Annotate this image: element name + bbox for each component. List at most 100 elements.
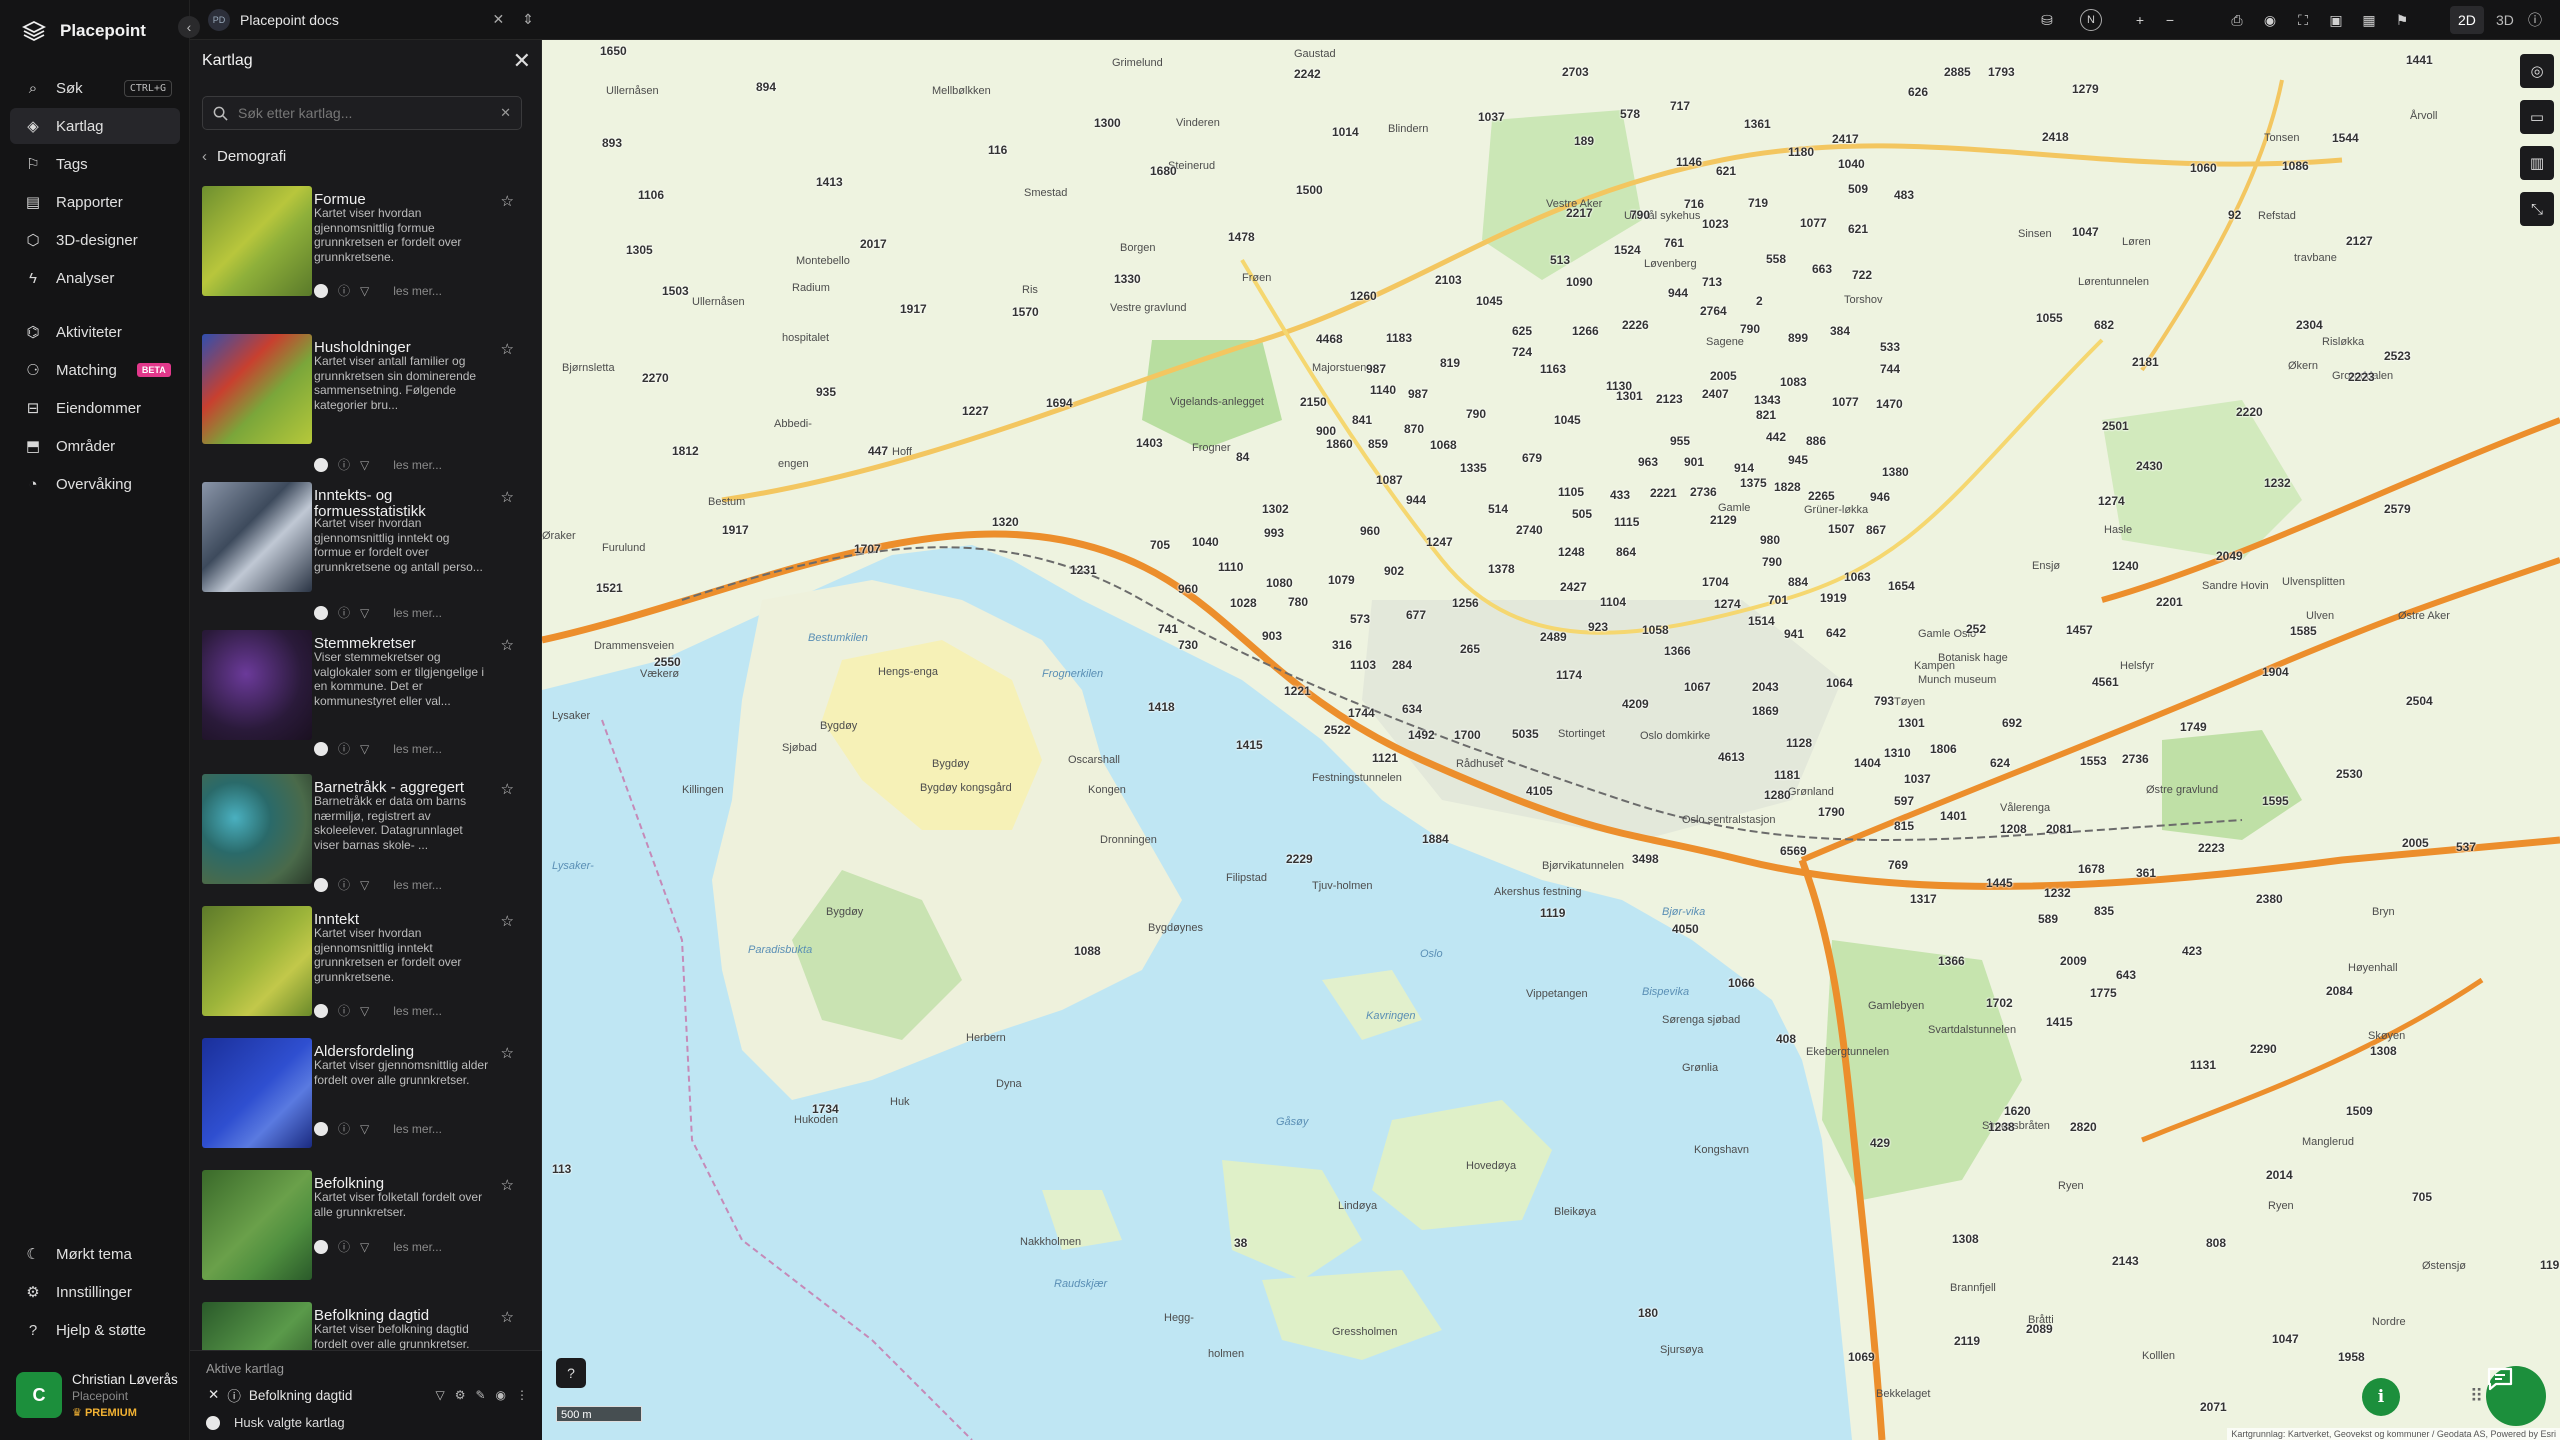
population-value-label[interactable]: 1366 (1938, 954, 1965, 968)
info-icon[interactable]: ⓘ (338, 740, 350, 757)
population-value-label[interactable]: 682 (2094, 318, 2114, 332)
population-value-label[interactable]: 1077 (1800, 216, 1827, 230)
info-icon[interactable]: ⓘ (338, 282, 350, 299)
layer-item[interactable]: Formue Kartet viser hvordan gjennomsnitt… (202, 186, 530, 334)
info-icon[interactable]: ⓘ (338, 604, 350, 621)
population-value-label[interactable]: 1507 (1828, 522, 1855, 536)
population-value-label[interactable]: 2270 (642, 371, 669, 385)
population-value-label[interactable]: 2820 (2070, 1120, 2097, 1134)
population-value-label[interactable]: 1470 (1876, 397, 1903, 411)
population-value-label[interactable]: 5035 (1512, 727, 1539, 741)
favorite-star-icon[interactable]: ☆ (501, 1044, 514, 1062)
population-value-label[interactable]: 252 (1966, 622, 1986, 636)
population-value-label[interactable]: 505 (1572, 507, 1592, 521)
nav-item-områder[interactable]: ⬒ Områder (10, 428, 180, 464)
population-value-label[interactable]: 859 (1368, 437, 1388, 451)
population-value-label[interactable]: 558 (1766, 252, 1786, 266)
population-value-label[interactable]: 1415 (2046, 1015, 2073, 1029)
population-value-label[interactable]: 2522 (1324, 723, 1351, 737)
population-value-label[interactable]: 1702 (1986, 996, 2013, 1010)
population-value-label[interactable]: 893 (602, 136, 622, 150)
population-value-label[interactable]: 1023 (1702, 217, 1729, 231)
population-value-label[interactable]: 1067 (1684, 680, 1711, 694)
layer-toggle[interactable] (314, 457, 328, 472)
remove-layer-icon[interactable]: ✕ (208, 1387, 219, 1403)
population-value-label[interactable]: 717 (1670, 99, 1690, 113)
population-value-label[interactable]: 1174 (1556, 668, 1582, 682)
population-value-label[interactable]: 944 (1406, 493, 1426, 507)
nav-item-eiendommer[interactable]: ⊟ Eiendommer (10, 390, 180, 426)
population-value-label[interactable]: 2217 (1566, 206, 1593, 220)
population-value-label[interactable]: 1917 (900, 302, 927, 316)
population-value-label[interactable]: 2523 (2384, 349, 2411, 363)
info-icon[interactable]: ⓘ (338, 876, 350, 893)
map-canvas[interactable]: Grimelund Gaustad Ullernåsen Mellbølkken Vin… (542, 40, 2560, 1440)
population-value-label[interactable]: 1680 (1150, 164, 1177, 178)
population-value-label[interactable]: 1047 (2272, 1332, 2299, 1346)
filter-icon[interactable]: ▽ (435, 1388, 444, 1402)
eye-icon[interactable]: ◉ (2261, 9, 2279, 31)
favorite-star-icon[interactable]: ☆ (501, 1308, 514, 1326)
population-value-label[interactable]: 790 (1630, 208, 1650, 222)
population-value-label[interactable]: 2885 (1944, 65, 1971, 79)
population-value-label[interactable]: 1707 (854, 542, 881, 556)
population-value-label[interactable]: 960 (1178, 582, 1198, 596)
read-more-link[interactable]: les mer... (393, 458, 442, 472)
population-value-label[interactable]: 730 (1178, 638, 1198, 652)
layer-toggle[interactable] (314, 283, 328, 298)
nav-bottom-gear[interactable]: ⚙ Innstillinger (10, 1274, 180, 1310)
population-value-label[interactable]: 1860 (1326, 437, 1353, 451)
population-value-label[interactable]: 1305 (626, 243, 653, 257)
population-value-label[interactable]: 716 (1684, 197, 1704, 211)
population-value-label[interactable]: 442 (1766, 430, 1786, 444)
population-value-label[interactable]: 1620 (2004, 1104, 2031, 1118)
population-value-label[interactable]: 1110 (1218, 560, 1243, 574)
population-value-label[interactable]: 4105 (1526, 784, 1553, 798)
population-value-label[interactable]: 2418 (2042, 130, 2069, 144)
population-value-label[interactable]: 2304 (2296, 318, 2323, 332)
population-value-label[interactable]: 2764 (1700, 304, 1727, 318)
population-value-label[interactable]: 1380 (1882, 465, 1909, 479)
population-value-label[interactable]: 513 (1550, 253, 1570, 267)
population-value-label[interactable]: 2119 (1954, 1334, 1980, 1348)
population-value-label[interactable]: 643 (2116, 968, 2136, 982)
population-value-label[interactable]: 2103 (1435, 273, 1462, 287)
population-value-label[interactable]: 2740 (1516, 523, 1543, 537)
grid-icon[interactable]: ▦ (2360, 9, 2378, 31)
zoom-in-button[interactable]: + (2132, 9, 2148, 31)
population-value-label[interactable]: 1266 (1572, 324, 1599, 338)
population-value-label[interactable]: 1090 (1566, 275, 1593, 289)
population-value-label[interactable]: 1445 (1986, 876, 2013, 890)
population-value-label[interactable]: 841 (1352, 413, 1372, 427)
population-value-label[interactable]: 1301 (1898, 716, 1925, 730)
population-value-label[interactable]: 116 (988, 143, 1007, 157)
nav-item-rapporter[interactable]: ▤ Rapporter (10, 184, 180, 220)
population-value-label[interactable]: 2223 (2348, 370, 2375, 384)
population-value-label[interactable]: 2530 (2336, 767, 2363, 781)
population-value-label[interactable]: 902 (1384, 564, 1404, 578)
population-value-label[interactable]: 914 (1734, 461, 1754, 475)
population-value-label[interactable]: 316 (1332, 638, 1352, 652)
population-value-label[interactable]: 1300 (1094, 116, 1121, 130)
population-value-label[interactable]: 1191 (2540, 1258, 2560, 1272)
population-value-label[interactable]: 780 (1288, 595, 1308, 609)
population-value-label[interactable]: 2579 (2384, 502, 2411, 516)
population-value-label[interactable]: 946 (1870, 490, 1890, 504)
info-icon[interactable]: ⓘ (338, 1002, 350, 1019)
population-value-label[interactable]: 1441 (2406, 53, 2433, 67)
population-value-label[interactable]: 941 (1784, 627, 1804, 641)
population-value-label[interactable]: 1256 (1452, 596, 1479, 610)
population-value-label[interactable]: 1047 (2072, 225, 2099, 239)
population-value-label[interactable]: 2417 (1832, 132, 1859, 146)
filter-icon[interactable]: ▽ (360, 1122, 369, 1136)
layer-item[interactable]: Inntekts- og formuesstatistikk Kartet vi… (202, 482, 530, 630)
population-value-label[interactable]: 705 (2412, 1190, 2432, 1204)
population-value-label[interactable]: 621 (1848, 222, 1868, 236)
population-value-label[interactable]: 679 (1522, 451, 1542, 465)
population-value-label[interactable]: 2220 (2236, 405, 2263, 419)
population-value-label[interactable]: 1119 (1540, 906, 1565, 920)
population-value-label[interactable]: 1694 (1046, 396, 1073, 410)
population-value-label[interactable]: 692 (2002, 716, 2022, 730)
population-value-label[interactable]: 1140 (1370, 383, 1396, 397)
population-value-label[interactable]: 1086 (2282, 159, 2309, 173)
